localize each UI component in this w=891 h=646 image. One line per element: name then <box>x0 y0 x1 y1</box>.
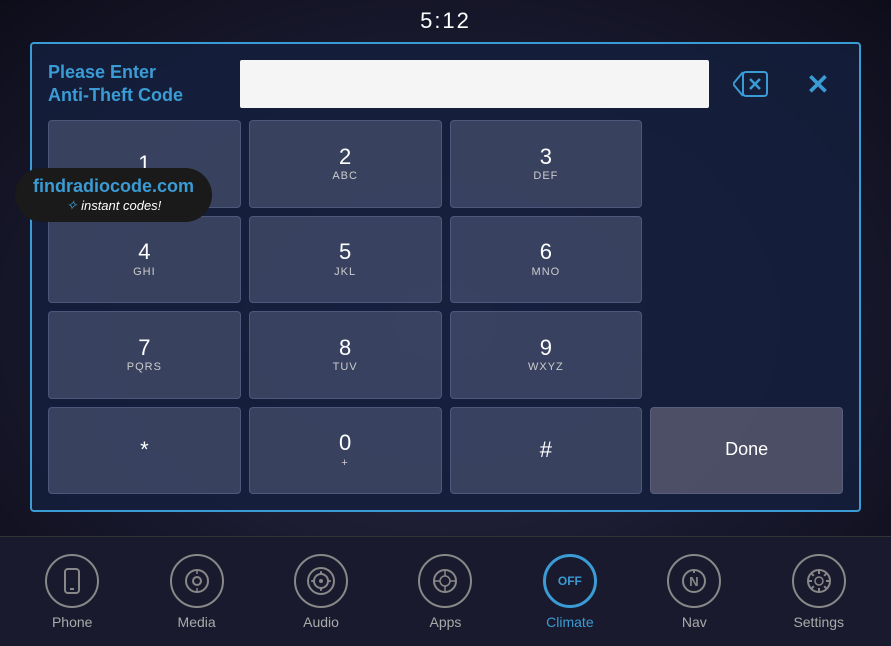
key-0-num: 0 <box>339 430 351 456</box>
key-7-letters: PQRS <box>127 361 162 374</box>
audio-svg <box>306 566 336 596</box>
watermark-sub: ✧ instant codes! <box>33 197 194 214</box>
key-2-num: 2 <box>339 144 351 170</box>
key-9-num: 9 <box>540 335 552 361</box>
phone-icon <box>45 554 99 608</box>
key-6-button[interactable]: 6 MNO <box>450 216 643 304</box>
close-button[interactable]: ✕ <box>793 60 843 108</box>
key-5-letters: JKL <box>334 266 356 279</box>
apps-svg <box>432 568 458 594</box>
key-empty-1 <box>650 120 843 208</box>
key-3-letters: DEF <box>533 170 558 183</box>
media-svg <box>184 568 210 594</box>
key-6-num: 6 <box>540 239 552 265</box>
key-7-button[interactable]: 7 PQRS <box>48 311 241 399</box>
key-0-letters: + <box>341 457 348 470</box>
code-input-display[interactable] <box>240 60 709 108</box>
done-label: Done <box>725 439 768 461</box>
nav-item-settings[interactable]: Settings <box>779 554 859 630</box>
nav-item-nav[interactable]: N Nav <box>654 554 734 630</box>
nav-item-climate[interactable]: OFF Climate <box>530 554 610 630</box>
prompt-line1: Please Enter <box>48 62 156 82</box>
watermark-overlay: findradiocode.com ✧ instant codes! <box>15 168 212 222</box>
key-9-button[interactable]: 9 WXYZ <box>450 311 643 399</box>
key-7-num: 7 <box>138 335 150 361</box>
key-3-num: 3 <box>540 144 552 170</box>
audio-label: Audio <box>303 614 339 630</box>
watermark-url: findradiocode.com <box>33 176 194 197</box>
key-4-letters: GHI <box>133 266 156 279</box>
nav-item-phone[interactable]: Phone <box>32 554 112 630</box>
key-2-button[interactable]: 2 ABC <box>249 120 442 208</box>
time-text: 5:12 <box>420 8 471 33</box>
settings-svg <box>806 568 832 594</box>
media-label: Media <box>178 614 216 630</box>
nav-item-apps[interactable]: Apps <box>405 554 485 630</box>
key-8-button[interactable]: 8 TUV <box>249 311 442 399</box>
key-2-letters: ABC <box>332 170 358 183</box>
key-hash-button[interactable]: # <box>450 407 643 495</box>
apps-label: Apps <box>430 614 462 630</box>
key-8-num: 8 <box>339 335 351 361</box>
settings-icon <box>792 554 846 608</box>
nav-label: Nav <box>682 614 707 630</box>
climate-icon: OFF <box>543 554 597 608</box>
key-5-num: 5 <box>339 239 351 265</box>
key-4-button[interactable]: 4 GHI <box>48 216 241 304</box>
phone-svg <box>59 568 85 594</box>
backspace-icon <box>733 70 769 98</box>
backspace-button[interactable] <box>721 60 781 108</box>
antitheft-dialog: Please Enter Anti-Theft Code ✕ 1 2 ABC <box>30 42 861 512</box>
key-star-button[interactable]: * <box>48 407 241 495</box>
phone-label: Phone <box>52 614 92 630</box>
svg-text:N: N <box>690 574 699 589</box>
apps-icon <box>418 554 472 608</box>
done-button[interactable]: Done <box>650 407 843 495</box>
key-empty-3 <box>650 311 843 399</box>
time-display: 5:12 <box>0 0 891 42</box>
key-9-letters: WXYZ <box>528 361 564 374</box>
key-8-letters: TUV <box>333 361 358 374</box>
prompt-label: Please Enter Anti-Theft Code <box>48 61 228 108</box>
nav-item-audio[interactable]: Audio <box>281 554 361 630</box>
key-3-button[interactable]: 3 DEF <box>450 120 643 208</box>
key-empty-2 <box>650 216 843 304</box>
close-icon: ✕ <box>806 68 829 101</box>
key-6-letters: MNO <box>532 266 561 279</box>
climate-label: Climate <box>546 614 593 630</box>
nav-icon: N <box>667 554 721 608</box>
nav-svg: N <box>681 568 707 594</box>
audio-icon <box>294 554 348 608</box>
navigation-bar: Phone Media Audio <box>0 536 891 646</box>
prompt-line2: Anti-Theft Code <box>48 85 183 105</box>
climate-off-text: OFF <box>558 574 582 588</box>
dialog-top-row: Please Enter Anti-Theft Code ✕ <box>48 60 843 108</box>
nav-item-media[interactable]: Media <box>157 554 237 630</box>
key-0-button[interactable]: 0 + <box>249 407 442 495</box>
media-icon <box>170 554 224 608</box>
key-4-num: 4 <box>138 239 150 265</box>
key-star-num: * <box>140 437 149 463</box>
settings-label: Settings <box>793 614 844 630</box>
key-5-button[interactable]: 5 JKL <box>249 216 442 304</box>
key-hash-num: # <box>540 437 552 463</box>
